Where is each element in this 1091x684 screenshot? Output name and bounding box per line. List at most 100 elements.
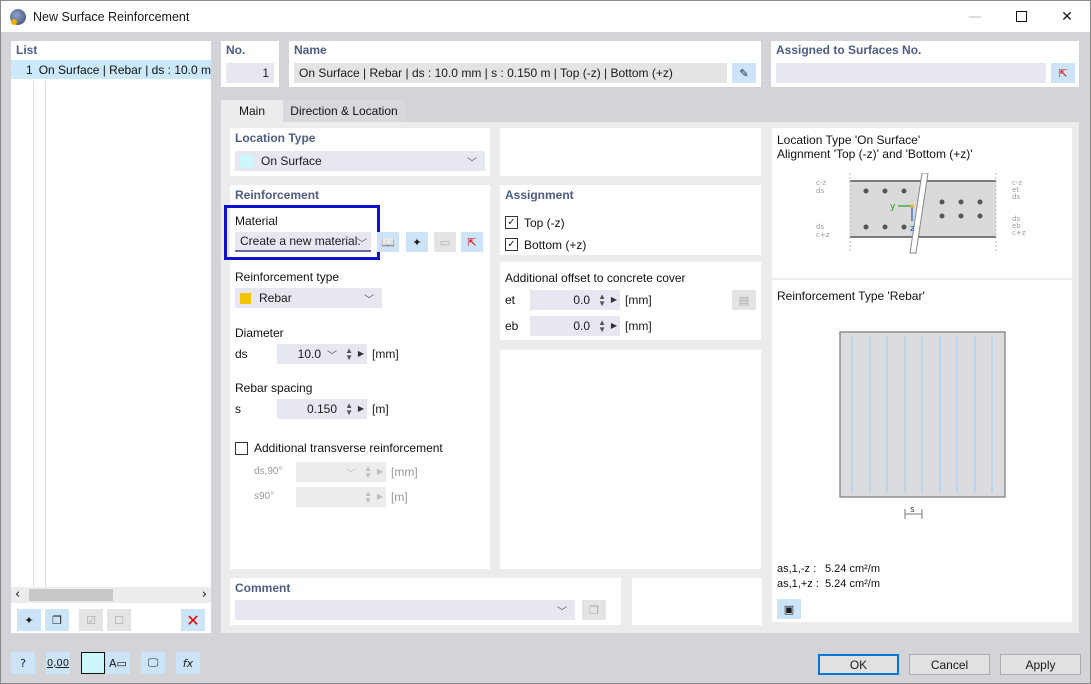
edit-pencil-icon: ✎ <box>739 66 749 80</box>
list-header: List <box>16 43 38 57</box>
edit-material-button[interactable]: ▭ <box>434 232 456 252</box>
spin-updown-icon[interactable]: ▲ ▼ <box>345 347 353 362</box>
main-tab-content: Location Type On Surface ﹀ Reinforcement… <box>221 122 1079 633</box>
edit-name-button[interactable]: ✎ <box>732 63 756 83</box>
svg-text:ds: ds <box>816 187 824 195</box>
invert-check-button[interactable]: ☐ <box>107 609 131 631</box>
chevron-down-icon: ﹀ <box>346 469 356 480</box>
arrow-right-icon[interactable]: ▶ <box>611 295 617 304</box>
svg-text:s: s <box>910 505 915 515</box>
number-field[interactable]: 1 <box>226 63 274 83</box>
delete-x-icon: ✕ <box>186 610 200 630</box>
spin-updown-icon[interactable]: ▲ ▼ <box>345 402 353 417</box>
comment-dropdown[interactable]: ﹀ <box>235 600 575 620</box>
units-icon: 0,00 <box>46 657 70 669</box>
chevron-down-icon: ﹀ <box>364 295 374 306</box>
copy-window-icon: ❐ <box>52 613 62 627</box>
spin-updown-icon[interactable]: ▲ ▼ <box>598 319 606 334</box>
check-all-button[interactable]: ☑ <box>79 609 103 631</box>
spin-updown-icon[interactable]: ▲ ▼ <box>598 293 606 308</box>
tab-direction-location[interactable]: Direction & Location <box>283 100 405 122</box>
cancel-button[interactable]: Cancel <box>909 654 990 675</box>
spin-updown-icon: ▲ ▼ <box>364 489 372 505</box>
arrow-right-icon[interactable]: ▶ <box>358 404 364 413</box>
section-diagram: y z c-z ds ds c+z c-z et ds ds eb c+z <box>816 173 1026 254</box>
chevron-down-icon: ﹀ <box>557 607 567 618</box>
copy-item-button[interactable]: ❐ <box>45 609 69 631</box>
material-highlight-box <box>224 205 380 260</box>
help-button[interactable]: ? <box>11 652 35 674</box>
ok-button[interactable]: OK <box>818 654 899 675</box>
scroll-right-icon[interactable]: › <box>202 587 207 602</box>
svg-text:ds: ds <box>1012 193 1020 201</box>
transverse-spacing-field[interactable]: ▲ ▼ ▶ <box>296 487 386 507</box>
reinforcement-type-dropdown[interactable]: Rebar ﹀ <box>235 288 382 308</box>
svg-text:c+z: c+z <box>816 231 830 239</box>
new-item-button[interactable]: ✦ <box>17 609 41 631</box>
new-window-icon: ✦ <box>412 235 422 249</box>
offset-panel: Additional offset to concrete cover et 0… <box>500 262 761 340</box>
color-button[interactable] <box>81 652 105 674</box>
picture-icon: ▣ <box>783 602 795 616</box>
display-properties-button[interactable]: A▭ <box>106 652 130 674</box>
assignment-panel: Assignment ✓ Top (-z) ✓ Bottom (+z) <box>500 185 761 255</box>
apply-button[interactable]: Apply <box>1000 654 1081 675</box>
arrow-right-icon: ▶ <box>376 467 383 476</box>
transverse-checkbox[interactable] <box>235 442 248 455</box>
material-library-button[interactable]: 📖 <box>377 232 399 252</box>
dialog-window: New Surface Reinforcement — ✕ List 1 On … <box>0 0 1091 684</box>
delete-button[interactable]: ✕ <box>181 609 205 631</box>
empty-panel-bottom <box>632 578 762 625</box>
assigned-panel: Assigned to Surfaces No. ⇱ <box>771 41 1079 87</box>
concrete-cover-button[interactable]: ▤ <box>732 290 756 310</box>
et-field[interactable]: 0.0 ▲ ▼ ▶ <box>530 290 620 310</box>
horizontal-scrollbar[interactable]: ‹ › <box>11 587 211 603</box>
tab-main[interactable]: Main <box>221 100 283 122</box>
pick-surfaces-button[interactable]: ⇱ <box>1051 63 1075 83</box>
location-color-swatch <box>240 154 253 168</box>
list-panel: List 1 On Surface | Rebar | ds : 10.0 mm… <box>11 41 211 633</box>
formula-button[interactable]: fx <box>176 652 200 674</box>
number-panel: No. 1 <box>221 41 279 87</box>
new-material-button[interactable]: ✦ <box>406 232 428 252</box>
transverse-diameter-field[interactable]: ﹀ ▲ ▼ ▶ <box>296 462 386 482</box>
arrow-right-icon: ▶ <box>376 492 383 501</box>
list-item[interactable]: 1 On Surface | Rebar | ds : 10.0 mm <box>11 60 211 79</box>
rebar-pattern-diagram: s <box>839 331 1006 519</box>
edit-material-icon: ▭ <box>439 235 451 249</box>
view-button[interactable]: 🖵 <box>141 652 165 674</box>
arrow-right-icon[interactable]: ▶ <box>611 321 617 330</box>
comment-library-button[interactable]: ❐ <box>582 600 606 620</box>
help-icon: ? <box>20 656 26 670</box>
rebar-spacing-field[interactable]: 0.150 ▲ ▼ ▶ <box>277 399 367 419</box>
book-icon: 📖 <box>381 235 395 249</box>
scroll-left-icon[interactable]: ‹ <box>15 587 20 602</box>
top-checkbox[interactable]: ✓ <box>505 216 518 229</box>
minimize-button[interactable]: — <box>952 1 998 32</box>
chevron-down-icon[interactable]: ﹀ <box>327 347 337 362</box>
close-button[interactable]: ✕ <box>1044 1 1090 32</box>
eb-field[interactable]: 0.0 ▲ ▼ ▶ <box>530 316 620 336</box>
units-button[interactable]: 0,00 <box>46 652 70 674</box>
select-cursor-icon: ⇱ <box>1058 66 1068 80</box>
maximize-button[interactable] <box>998 1 1044 32</box>
svg-text:c+z: c+z <box>1012 229 1026 237</box>
app-icon <box>10 8 26 25</box>
preview-export-button[interactable]: ▣ <box>777 599 801 619</box>
diameter-field[interactable]: 10.0 ﹀ ▲ ▼ ▶ <box>277 344 367 364</box>
name-field[interactable]: On Surface | Rebar | ds : 10.0 mm | s : … <box>294 63 727 83</box>
reinforcement-panel: Reinforcement Material Create a new mate… <box>224 185 490 569</box>
bottom-checkbox[interactable]: ✓ <box>505 238 518 251</box>
svg-text:c-z: c-z <box>816 179 826 187</box>
select-cursor-icon: ⇱ <box>467 235 477 249</box>
comment-panel: Comment ﹀ ❐ <box>230 578 621 625</box>
arrow-right-icon[interactable]: ▶ <box>358 349 364 358</box>
assigned-surfaces-field[interactable] <box>776 63 1046 83</box>
svg-text:y: y <box>890 202 896 212</box>
pick-material-button[interactable]: ⇱ <box>461 232 483 252</box>
display-properties-icon: A▭ <box>109 656 127 670</box>
title-bar: New Surface Reinforcement — ✕ <box>1 1 1090 32</box>
location-type-dropdown[interactable]: On Surface ﹀ <box>235 151 485 171</box>
monitor-icon: 🖵 <box>147 656 159 669</box>
scroll-thumb[interactable] <box>29 589 113 601</box>
